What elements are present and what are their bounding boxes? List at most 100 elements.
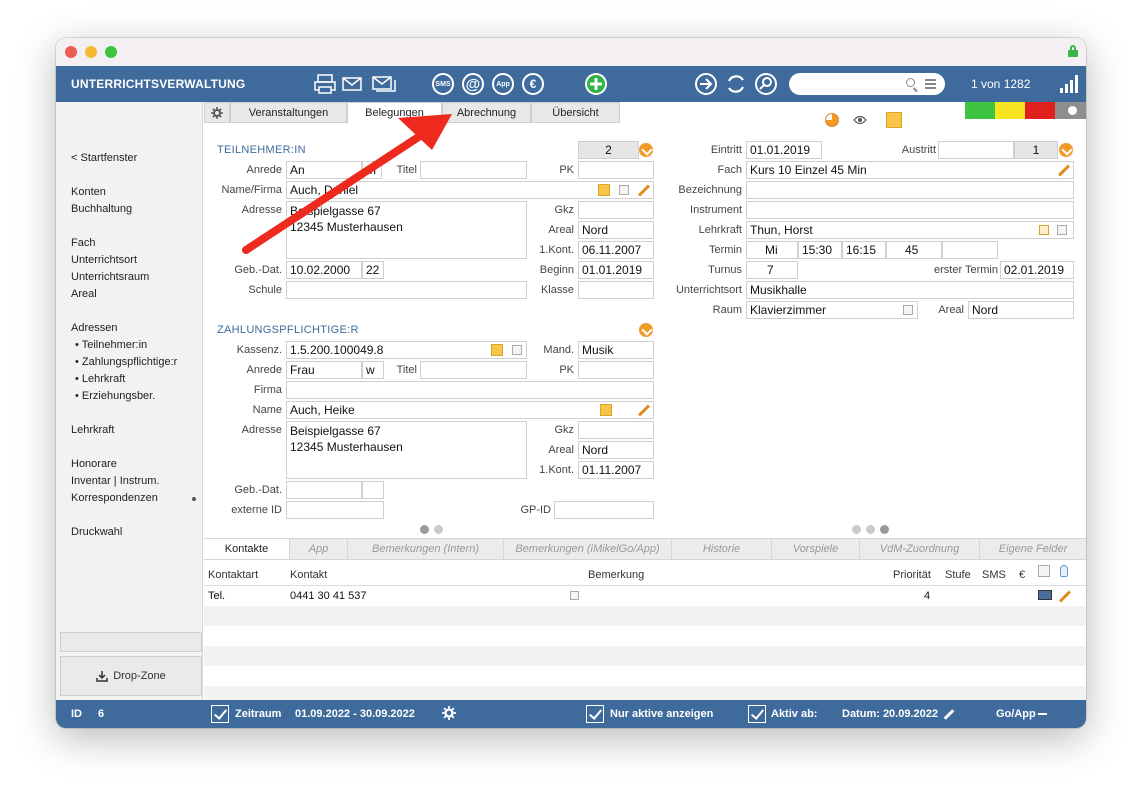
email-at-icon[interactable]: @ (462, 72, 484, 96)
zahler-gkz-field[interactable] (578, 421, 654, 439)
zahler-geschlecht-field[interactable]: w (362, 361, 384, 379)
sidebar-item-adressen[interactable]: Adressen (71, 322, 117, 334)
search-icon[interactable] (754, 72, 778, 96)
zahler-kontakt-date-field[interactable]: 01.11.2007 (578, 461, 654, 479)
right-page-dot-2[interactable] (866, 525, 875, 534)
datum-value[interactable]: Datum: 20.09.2022 (842, 708, 938, 720)
zahler-kassenz-note-icon[interactable] (491, 344, 503, 356)
lightbulb-icon[interactable] (1060, 565, 1068, 577)
sidebar-item-lehrkraft[interactable]: Lehrkraft (71, 424, 114, 436)
tab-kontakte[interactable]: Kontakte (204, 539, 290, 559)
sidebar-sub-erziehungsber[interactable]: • Erziehungsber. (75, 390, 155, 402)
lehrkraft-calendar-icon[interactable] (1057, 225, 1067, 235)
sms-icon[interactable]: SMS (432, 72, 454, 96)
tab-historie[interactable]: Historie (672, 539, 772, 559)
sticky-note-icon[interactable] (886, 112, 902, 128)
tab-uebersicht[interactable]: Übersicht (531, 102, 620, 123)
zeitraum-gear-icon[interactable] (442, 706, 456, 723)
remark-doc-icon[interactable] (570, 591, 579, 600)
teilnehmer-dropdown-icon[interactable] (639, 143, 653, 157)
zahler-name-field[interactable]: Auch, Heike (286, 401, 654, 419)
teilnehmer-note-icon[interactable] (598, 184, 610, 196)
teilnehmer-adresse-field[interactable]: Beispielgasse 67 12345 Musterhausen (286, 201, 527, 259)
zahler-gp-id-field[interactable] (554, 501, 654, 519)
sidebar-back-startfenster[interactable]: < Startfenster (71, 152, 137, 164)
teilnehmer-geschlecht-field[interactable]: m (362, 161, 382, 179)
tab-vdm-zuordnung[interactable]: VdM-Zuordnung (860, 539, 980, 559)
camera-icon[interactable] (619, 185, 629, 195)
sidebar-sub-lehrkraft[interactable]: • Lehrkraft (75, 373, 125, 385)
termin-extra-field[interactable] (942, 241, 998, 259)
sidebar-item-unterrichtsort[interactable]: Unterrichtsort (71, 254, 137, 266)
zahler-note-icon[interactable] (600, 404, 612, 416)
teilnehmer-anrede-field[interactable]: An (286, 161, 362, 179)
settings-tab[interactable] (204, 102, 230, 123)
goto-arrow-icon[interactable] (694, 72, 718, 96)
teilnehmer-kontakt-date-field[interactable]: 06.11.2007 (578, 241, 654, 259)
sidebar-sub-zahlungspflichtige[interactable]: • Zahlungspflichtige:r (75, 356, 177, 368)
sidebar-item-inventar[interactable]: Inventar | Instrum. (71, 475, 159, 487)
turnus-field[interactable]: 7 (746, 261, 798, 279)
status-toggle[interactable] (1055, 102, 1086, 119)
table-row[interactable]: Tel. 0441 30 41 537 4 (204, 586, 1086, 606)
lehrkraft-list-icon[interactable] (1039, 225, 1049, 235)
belegung-dropdown-icon[interactable] (1059, 143, 1073, 157)
minimize-window-button[interactable] (85, 46, 97, 58)
tab-bemerkungen-intern[interactable]: Bemerkungen (Intern) (348, 539, 504, 559)
teilnehmer-pk-field[interactable] (578, 161, 654, 179)
sidebar-item-buchhaltung[interactable]: Buchhaltung (71, 203, 132, 215)
contact-monitor-icon[interactable] (1038, 590, 1052, 600)
sidebar-item-areal[interactable]: Areal (71, 288, 97, 300)
refresh-icon[interactable] (724, 72, 748, 96)
sidebar-item-konten[interactable]: Konten (71, 186, 106, 198)
tab-eigene-felder[interactable]: Eigene Felder (980, 539, 1086, 559)
right-page-dot-3[interactable] (880, 525, 889, 534)
print-icon[interactable] (314, 72, 336, 96)
teilnehmer-titel-field[interactable] (420, 161, 527, 179)
app-icon[interactable]: App (492, 72, 514, 96)
tab-belegungen[interactable]: Belegungen (347, 102, 442, 124)
zahler-titel-field[interactable] (420, 361, 527, 379)
termin-dauer-field[interactable]: 45 (886, 241, 942, 259)
goapp-minus-icon[interactable] (1038, 713, 1047, 715)
teilnehmer-gkz-field[interactable] (578, 201, 654, 219)
tab-bemerkungen-app[interactable]: Bemerkungen (iMikelGo/App) (504, 539, 672, 559)
tab-veranstaltungen[interactable]: Veranstaltungen (230, 102, 347, 123)
zahler-anrede-field[interactable]: Frau (286, 361, 362, 379)
status-green[interactable] (965, 102, 995, 119)
raum-field[interactable]: Klavierzimmer (746, 301, 918, 319)
contact-edit-pencil-icon[interactable] (1058, 590, 1072, 603)
zahler-adresse-field[interactable]: Beispielgasse 67 12345 Musterhausen (286, 421, 527, 479)
bezeichnung-field[interactable] (746, 181, 1074, 199)
right-page-dot-1[interactable] (852, 525, 861, 534)
tab-abrechnung[interactable]: Abrechnung (442, 102, 531, 123)
close-window-button[interactable] (65, 46, 77, 58)
zahler-areal-field[interactable]: Nord (578, 441, 654, 459)
status-red[interactable] (1025, 102, 1055, 119)
eye-icon[interactable] (853, 115, 867, 128)
euro-icon[interactable]: € (522, 72, 544, 96)
pie-chart-icon[interactable] (825, 113, 839, 127)
sidebar-item-fach[interactable]: Fach (71, 237, 95, 249)
eintritt-field[interactable]: 01.01.2019 (746, 141, 822, 159)
mail-batch-icon[interactable] (372, 72, 396, 96)
status-yellow[interactable] (995, 102, 1025, 119)
instrument-field[interactable] (746, 201, 1074, 219)
datum-edit-pencil-icon[interactable] (943, 709, 955, 720)
tab-app[interactable]: App (290, 539, 348, 559)
zeitraum-checkbox[interactable] (211, 705, 229, 723)
lehrkraft-field[interactable]: Thun, Horst (746, 221, 1074, 239)
sidebar-item-honorare[interactable]: Honorare (71, 458, 117, 470)
unterrichtsort-field[interactable]: Musikhalle (746, 281, 1074, 299)
erster-termin-field[interactable]: 02.01.2019 (1000, 261, 1074, 279)
termin-tag-field[interactable]: Mi (746, 241, 798, 259)
search-input[interactable] (789, 73, 945, 95)
zahler-externe-id-field[interactable] (286, 501, 384, 519)
teilnehmer-areal-field[interactable]: Nord (578, 221, 654, 239)
search-list-icon[interactable] (925, 79, 936, 89)
drop-zone[interactable]: Drop-Zone (60, 656, 202, 696)
teilnehmer-beginn-field[interactable]: 01.01.2019 (578, 261, 654, 279)
teilnehmer-schule-field[interactable] (286, 281, 527, 299)
termin-bis-field[interactable]: 16:15 (842, 241, 886, 259)
zeitraum-value[interactable]: 01.09.2022 - 30.09.2022 (295, 708, 415, 720)
